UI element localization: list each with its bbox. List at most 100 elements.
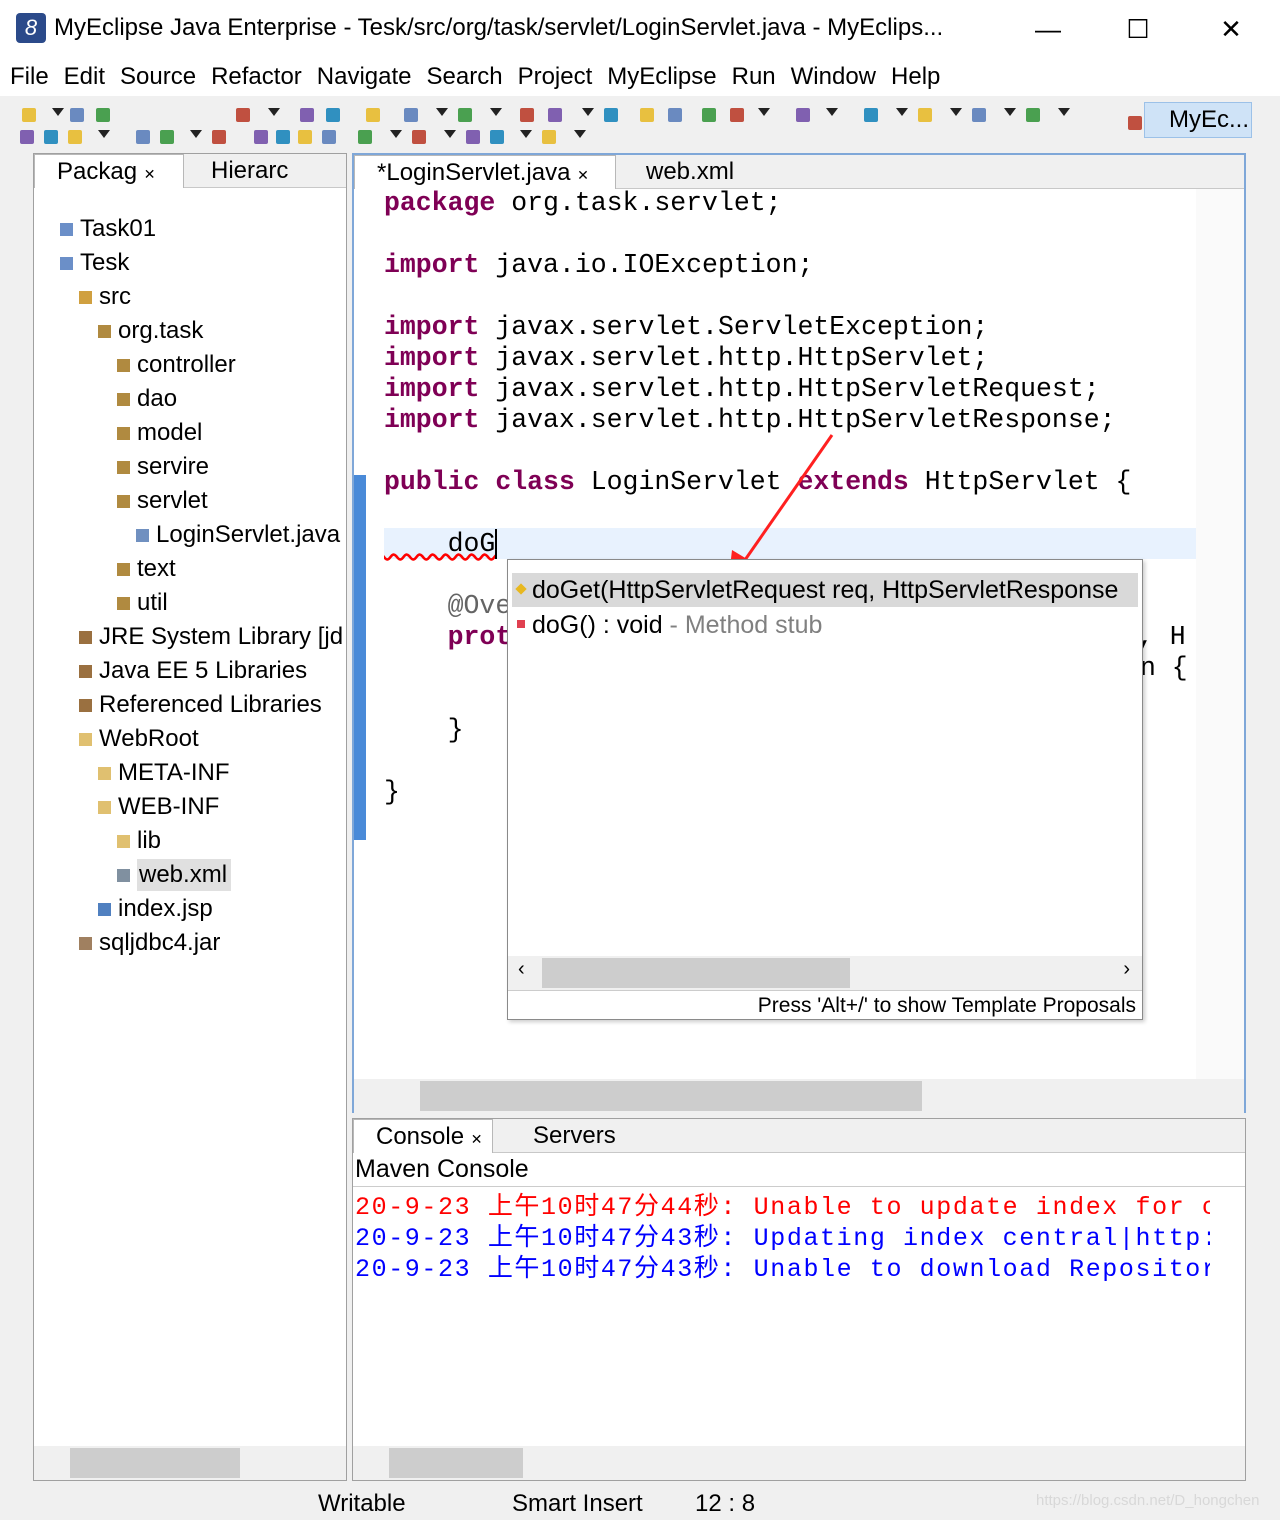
dropdown-arrow-icon[interactable]	[98, 130, 110, 138]
toolbar-button-icon[interactable]	[326, 108, 340, 122]
tree-item[interactable]: Task01	[60, 213, 156, 245]
dropdown-arrow-icon[interactable]	[444, 130, 456, 138]
dropdown-arrow-icon[interactable]	[950, 108, 962, 116]
dropdown-arrow-icon[interactable]	[582, 108, 594, 116]
menu-edit[interactable]: Edit	[64, 58, 105, 96]
tree-item[interactable]: org.task	[98, 315, 203, 347]
dropdown-arrow-icon[interactable]	[1004, 108, 1016, 116]
tree-item[interactable]: sqljdbc4.jar	[79, 927, 220, 959]
toolbar-button-icon[interactable]	[254, 130, 268, 144]
toolbar-button-icon[interactable]	[604, 108, 618, 122]
tree-item[interactable]: WEB-INF	[98, 791, 219, 823]
tab-package-explorer[interactable]: Packag ✕	[34, 154, 184, 188]
toolbar-button-icon[interactable]	[548, 108, 562, 122]
toolbar-button-icon[interactable]	[70, 108, 84, 122]
toolbar-button-icon[interactable]	[972, 108, 986, 122]
toolbar-button-icon[interactable]	[702, 108, 716, 122]
tree-item[interactable]: Referenced Libraries	[79, 689, 322, 721]
scroll-left-icon[interactable]: ‹	[518, 958, 525, 981]
toolbar-button-icon[interactable]	[864, 108, 878, 122]
tab-servers[interactable]: Servers	[511, 1119, 616, 1153]
toolbar-button-icon[interactable]	[1026, 108, 1040, 122]
toolbar-button-icon[interactable]	[136, 130, 150, 144]
toolbar-button-icon[interactable]	[458, 108, 472, 122]
vertical-scrollbar[interactable]	[1196, 189, 1244, 1079]
scroll-thumb[interactable]	[70, 1448, 240, 1478]
toolbar-button-icon[interactable]	[1128, 116, 1142, 130]
tab-loginservlet-java[interactable]: *LoginServlet.java ✕	[354, 155, 616, 189]
tree-item[interactable]: JRE System Library [jd	[79, 621, 343, 653]
toolbar-button-icon[interactable]	[918, 108, 932, 122]
tree-item[interactable]: Java EE 5 Libraries	[79, 655, 307, 687]
menu-file[interactable]: File	[10, 58, 49, 96]
tree-item[interactable]: servlet	[117, 485, 208, 517]
toolbar-button-icon[interactable]	[412, 130, 426, 144]
toolbar-button-icon[interactable]	[160, 130, 174, 144]
tree-item[interactable]: web.xml	[117, 859, 232, 891]
toolbar-button-icon[interactable]	[212, 130, 226, 144]
tree-item[interactable]: LoginServlet.java	[136, 519, 340, 551]
dropdown-arrow-icon[interactable]	[758, 108, 770, 116]
toolbar-button-icon[interactable]	[20, 130, 34, 144]
toolbar-button-icon[interactable]	[640, 108, 654, 122]
tree-item[interactable]: util	[117, 587, 168, 619]
toolbar-button-icon[interactable]	[796, 108, 810, 122]
dropdown-arrow-icon[interactable]	[1058, 108, 1070, 116]
tree-item[interactable]: text	[117, 553, 176, 585]
tab-console[interactable]: Console ✕	[353, 1119, 493, 1153]
menu-project[interactable]: Project	[518, 58, 593, 96]
maximize-button[interactable]: ☐	[1115, 10, 1161, 48]
dropdown-arrow-icon[interactable]	[826, 108, 838, 116]
toolbar-button-icon[interactable]	[68, 130, 82, 144]
dropdown-arrow-icon[interactable]	[190, 130, 202, 138]
close-tab-icon[interactable]: ✕	[144, 166, 156, 182]
toolbar-button-icon[interactable]	[542, 130, 556, 144]
menu-navigate[interactable]: Navigate	[317, 58, 412, 96]
tree-item[interactable]: servire	[117, 451, 209, 483]
menu-help[interactable]: Help	[891, 58, 940, 96]
tree-item[interactable]: dao	[117, 383, 177, 415]
tab-hierarchy[interactable]: Hierarc	[189, 154, 288, 188]
scroll-right-icon[interactable]: ›	[1123, 958, 1130, 981]
tree-item[interactable]: index.jsp	[98, 893, 213, 925]
tree-item[interactable]: src	[79, 281, 131, 313]
dropdown-arrow-icon[interactable]	[490, 108, 502, 116]
toolbar-button-icon[interactable]	[520, 108, 534, 122]
toolbar-button-icon[interactable]	[366, 108, 380, 122]
scroll-thumb[interactable]	[542, 958, 850, 988]
dropdown-arrow-icon[interactable]	[896, 108, 908, 116]
tree-item[interactable]: WebRoot	[79, 723, 199, 755]
tree-item[interactable]: lib	[117, 825, 161, 857]
toolbar-button-icon[interactable]	[300, 108, 314, 122]
dropdown-arrow-icon[interactable]	[574, 130, 586, 138]
toolbar-button-icon[interactable]	[668, 108, 682, 122]
toolbar-button-icon[interactable]	[236, 108, 250, 122]
toolbar-button-icon[interactable]	[22, 108, 36, 122]
scroll-thumb[interactable]	[389, 1448, 523, 1478]
console-horizontal-scrollbar[interactable]	[353, 1446, 1245, 1480]
menu-run[interactable]: Run	[732, 58, 776, 96]
close-tab-icon[interactable]: ✕	[471, 1131, 483, 1147]
tree-item[interactable]: controller	[117, 349, 236, 381]
tree-item[interactable]: Tesk	[60, 247, 129, 279]
dropdown-arrow-icon[interactable]	[520, 130, 532, 138]
scroll-thumb[interactable]	[420, 1081, 922, 1111]
dropdown-arrow-icon[interactable]	[436, 108, 448, 116]
perspective-myeclipse-button[interactable]: MyEc...	[1144, 102, 1252, 138]
toolbar-button-icon[interactable]	[322, 130, 336, 144]
menu-search[interactable]: Search	[427, 58, 503, 96]
close-button[interactable]: ✕	[1208, 10, 1254, 48]
dropdown-arrow-icon[interactable]	[52, 108, 64, 116]
popup-horizontal-scrollbar[interactable]: ‹ ›	[508, 956, 1142, 990]
dropdown-arrow-icon[interactable]	[268, 108, 280, 116]
tab-web-xml[interactable]: web.xml	[624, 155, 734, 189]
toolbar-button-icon[interactable]	[358, 130, 372, 144]
tree-item[interactable]: model	[117, 417, 202, 449]
dropdown-arrow-icon[interactable]	[390, 130, 402, 138]
toolbar-button-icon[interactable]	[44, 130, 58, 144]
menu-window[interactable]: Window	[791, 58, 876, 96]
toolbar-button-icon[interactable]	[298, 130, 312, 144]
editor-horizontal-scrollbar[interactable]	[354, 1079, 1244, 1113]
toolbar-button-icon[interactable]	[490, 130, 504, 144]
minimize-button[interactable]: —	[1025, 10, 1071, 48]
